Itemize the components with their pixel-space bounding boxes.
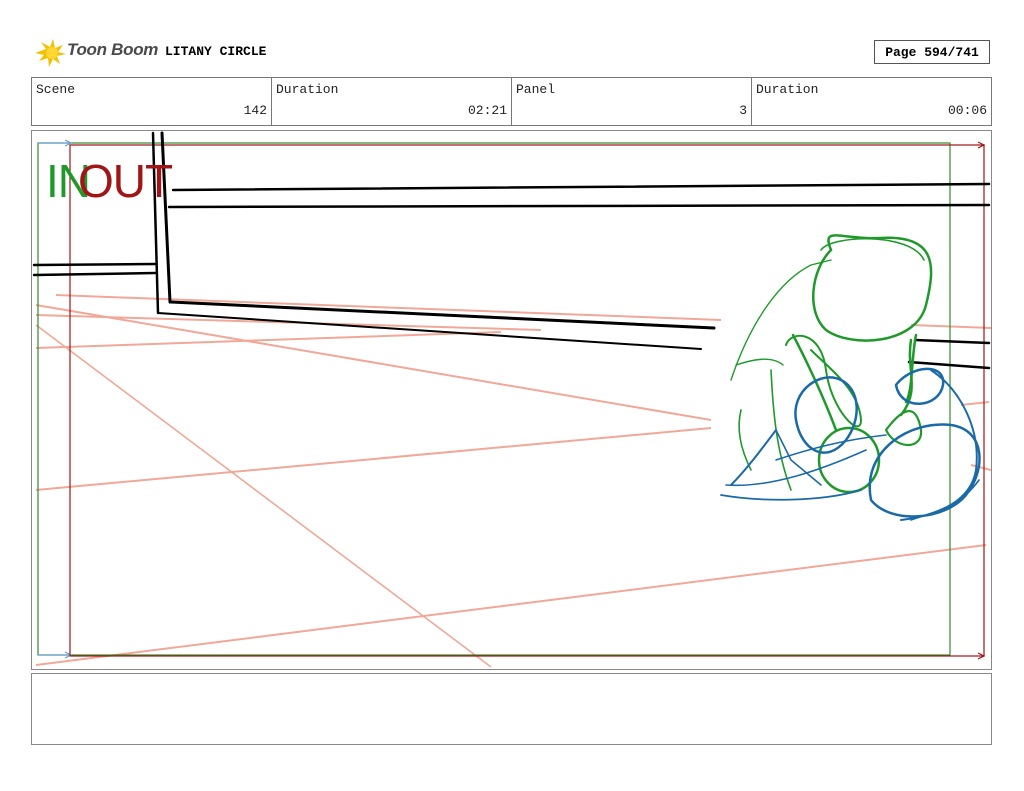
project-title: LITANY CIRCLE (165, 44, 267, 59)
scene-cell: Scene 142 (32, 78, 272, 125)
panel-sketch (32, 131, 992, 668)
out-frame-label: OUT (78, 155, 173, 207)
perspective-lines (35, 294, 992, 666)
panel-duration-cell: Duration 00:06 (752, 78, 991, 125)
panel-value: 3 (739, 103, 747, 118)
panel-duration-value: 00:06 (947, 103, 987, 118)
green-figure-sketch (730, 234, 933, 494)
in-frame (37, 139, 951, 659)
scene-duration-label: Duration (276, 82, 339, 97)
logo-text: Toon Boom (67, 40, 159, 59)
page-number: Page 594/741 (874, 40, 990, 64)
out-frame (69, 141, 986, 660)
panel-label: Panel (516, 82, 556, 97)
scene-label: Scene (36, 82, 76, 97)
scene-duration-value: 02:21 (467, 103, 507, 118)
panel-notes-box (31, 673, 992, 745)
panel-cell: Panel 3 (512, 78, 752, 125)
ink-lines (32, 131, 991, 370)
panel-duration-label: Duration (756, 82, 819, 97)
scene-duration-cell: Duration 02:21 (272, 78, 512, 125)
scene-value: 142 (243, 103, 267, 118)
storyboard-info-row: Scene 142 Duration 02:21 Panel 3 Duratio… (31, 77, 992, 126)
